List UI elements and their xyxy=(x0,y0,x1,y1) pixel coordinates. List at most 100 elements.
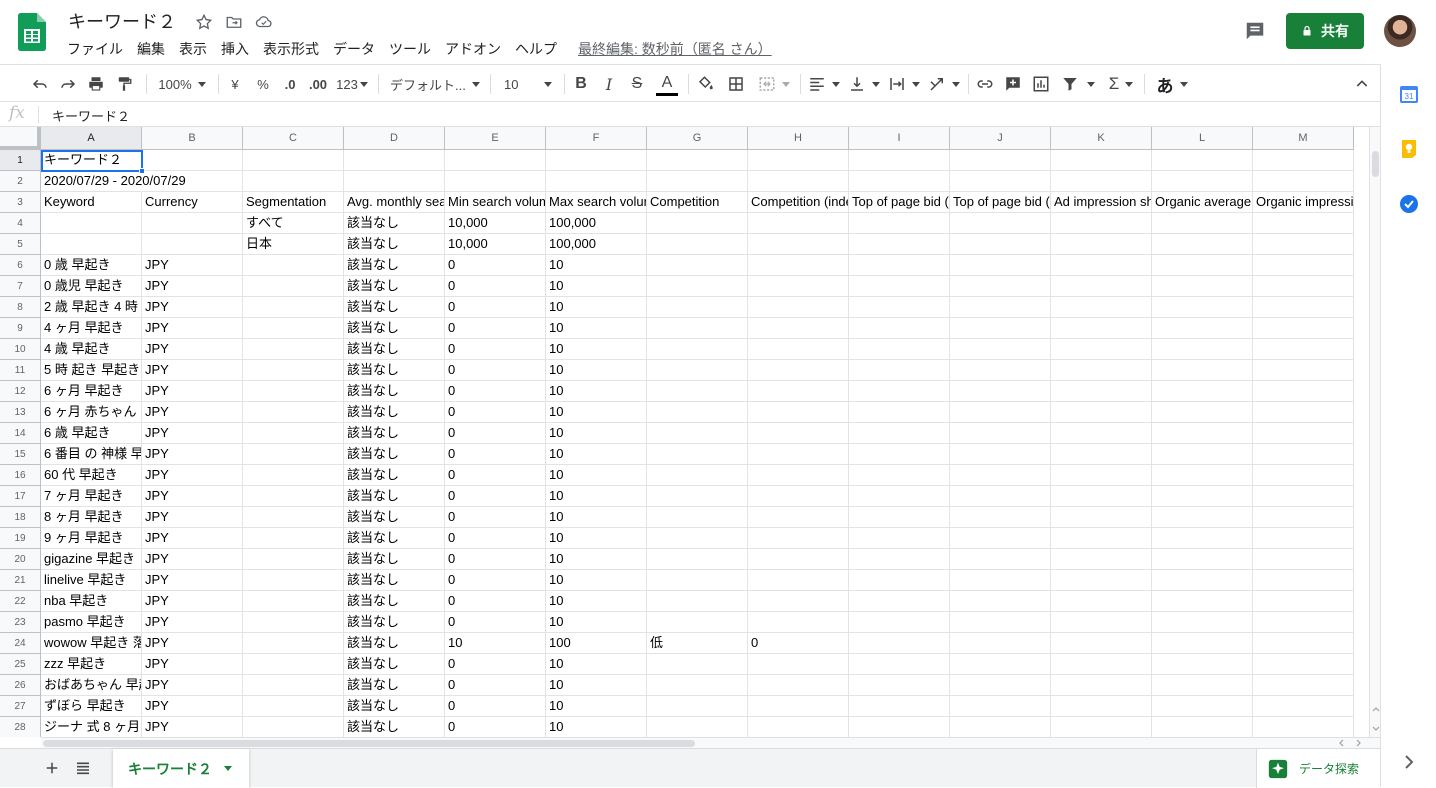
cell-b27[interactable]: JPY xyxy=(142,696,243,717)
cell-d16[interactable]: 該当なし xyxy=(344,465,445,486)
cell-f22[interactable]: 10 xyxy=(546,591,647,612)
menu-data[interactable]: データ xyxy=(326,39,382,59)
cell-j23[interactable] xyxy=(950,612,1051,633)
cell-d18[interactable]: 該当なし xyxy=(344,507,445,528)
cell-b21[interactable]: JPY xyxy=(142,570,243,591)
cell-j27[interactable] xyxy=(950,696,1051,717)
cell-i25[interactable] xyxy=(849,654,950,675)
cell-i27[interactable] xyxy=(849,696,950,717)
text-color-button[interactable]: A xyxy=(654,65,680,103)
cell-f6[interactable]: 10 xyxy=(546,255,647,276)
cell-m21[interactable] xyxy=(1253,570,1354,591)
last-edit-link[interactable]: 最終編集: 数秒前（匿名 さん） xyxy=(578,39,772,59)
cell-b12[interactable]: JPY xyxy=(142,381,243,402)
formula-input[interactable]: キーワード２ xyxy=(52,106,130,125)
cell-c8[interactable] xyxy=(243,297,344,318)
cell-d1[interactable] xyxy=(344,150,445,171)
row-header-2[interactable]: 2 xyxy=(0,171,41,192)
cell-d24[interactable]: 該当なし xyxy=(344,633,445,654)
cell-k17[interactable] xyxy=(1051,486,1152,507)
cell-l27[interactable] xyxy=(1152,696,1253,717)
menu-insert[interactable]: 挿入 xyxy=(214,39,256,59)
cell-f14[interactable]: 10 xyxy=(546,423,647,444)
cell-d9[interactable]: 該当なし xyxy=(344,318,445,339)
cell-h23[interactable] xyxy=(748,612,849,633)
row-header-11[interactable]: 11 xyxy=(0,360,41,381)
cell-g13[interactable] xyxy=(647,402,748,423)
paint-format-button[interactable] xyxy=(112,65,136,103)
cell-k8[interactable] xyxy=(1051,297,1152,318)
cell-l10[interactable] xyxy=(1152,339,1253,360)
cell-h9[interactable] xyxy=(748,318,849,339)
cell-i11[interactable] xyxy=(849,360,950,381)
cell-k13[interactable] xyxy=(1051,402,1152,423)
cell-i19[interactable] xyxy=(849,528,950,549)
cell-i6[interactable] xyxy=(849,255,950,276)
cell-e3[interactable]: Min search volume xyxy=(445,192,546,213)
cell-e12[interactable]: 0 xyxy=(445,381,546,402)
cell-c16[interactable] xyxy=(243,465,344,486)
menu-help[interactable]: ヘルプ xyxy=(508,39,564,59)
cell-g1[interactable] xyxy=(647,150,748,171)
cell-d2[interactable] xyxy=(344,171,445,192)
column-header-j[interactable]: J xyxy=(950,127,1051,150)
row-header-17[interactable]: 17 xyxy=(0,486,41,507)
cell-e20[interactable]: 0 xyxy=(445,549,546,570)
cell-b9[interactable]: JPY xyxy=(142,318,243,339)
cell-c1[interactable] xyxy=(243,150,344,171)
fill-color-button[interactable] xyxy=(694,65,718,103)
cell-f8[interactable]: 10 xyxy=(546,297,647,318)
cell-b19[interactable]: JPY xyxy=(142,528,243,549)
zoom-select[interactable]: 100% xyxy=(154,65,210,103)
cell-c22[interactable] xyxy=(243,591,344,612)
cell-j13[interactable] xyxy=(950,402,1051,423)
cell-j16[interactable] xyxy=(950,465,1051,486)
cell-d3[interactable]: Avg. monthly searches xyxy=(344,192,445,213)
cell-e10[interactable]: 0 xyxy=(445,339,546,360)
cell-g26[interactable] xyxy=(647,675,748,696)
cell-f17[interactable]: 10 xyxy=(546,486,647,507)
cell-e21[interactable]: 0 xyxy=(445,570,546,591)
filter-button[interactable] xyxy=(1058,65,1098,103)
cell-b11[interactable]: JPY xyxy=(142,360,243,381)
document-title[interactable]: キーワード２ xyxy=(68,8,176,34)
row-header-28[interactable]: 28 xyxy=(0,717,41,737)
cell-k2[interactable] xyxy=(1051,171,1152,192)
insert-chart-button[interactable] xyxy=(1030,65,1052,103)
cell-l8[interactable] xyxy=(1152,297,1253,318)
cell-j26[interactable] xyxy=(950,675,1051,696)
cell-e7[interactable]: 0 xyxy=(445,276,546,297)
cell-e1[interactable] xyxy=(445,150,546,171)
cell-h16[interactable] xyxy=(748,465,849,486)
cell-a22[interactable]: nba 早起き xyxy=(41,591,142,612)
cell-d17[interactable]: 該当なし xyxy=(344,486,445,507)
hide-menus-button[interactable] xyxy=(1350,65,1374,103)
row-header-16[interactable]: 16 xyxy=(0,465,41,486)
cell-k11[interactable] xyxy=(1051,360,1152,381)
cell-l26[interactable] xyxy=(1152,675,1253,696)
cell-a19[interactable]: 9 ヶ月 早起き xyxy=(41,528,142,549)
print-button[interactable] xyxy=(84,65,108,103)
cell-j1[interactable] xyxy=(950,150,1051,171)
cell-e17[interactable]: 0 xyxy=(445,486,546,507)
cell-m15[interactable] xyxy=(1253,444,1354,465)
cell-l9[interactable] xyxy=(1152,318,1253,339)
cell-i22[interactable] xyxy=(849,591,950,612)
cell-c28[interactable] xyxy=(243,717,344,737)
cell-g2[interactable] xyxy=(647,171,748,192)
cell-f27[interactable]: 10 xyxy=(546,696,647,717)
cell-k5[interactable] xyxy=(1051,234,1152,255)
cell-c6[interactable] xyxy=(243,255,344,276)
cell-d11[interactable]: 該当なし xyxy=(344,360,445,381)
cell-l21[interactable] xyxy=(1152,570,1253,591)
cell-a13[interactable]: 6 ヶ月 赤ちゃん xyxy=(41,402,142,423)
cell-i9[interactable] xyxy=(849,318,950,339)
calendar-icon[interactable]: 31 xyxy=(1399,84,1419,104)
strikethrough-button[interactable]: S xyxy=(626,65,648,103)
cell-g23[interactable] xyxy=(647,612,748,633)
cell-b28[interactable]: JPY xyxy=(142,717,243,737)
cell-i20[interactable] xyxy=(849,549,950,570)
cell-d25[interactable]: 該当なし xyxy=(344,654,445,675)
cell-h3[interactable]: Competition (indexed value) xyxy=(748,192,849,213)
cell-k14[interactable] xyxy=(1051,423,1152,444)
